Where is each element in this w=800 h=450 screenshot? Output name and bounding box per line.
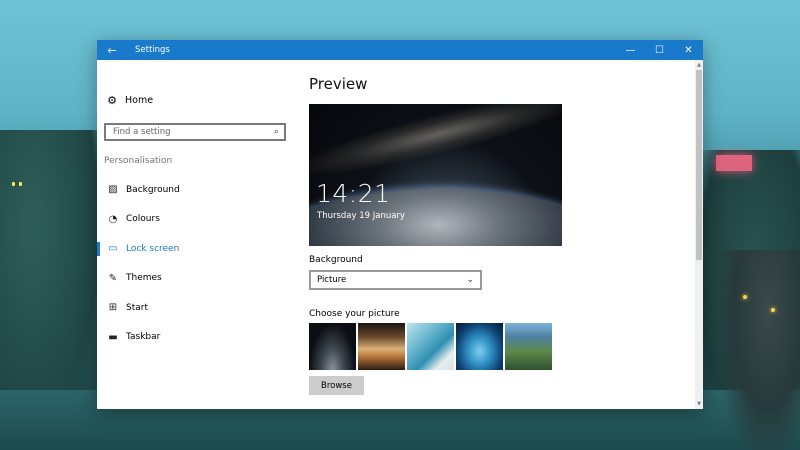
maximize-button[interactable]: ☐: [645, 40, 674, 60]
sidebar-item-colours[interactable]: ◔ Colours: [97, 205, 297, 235]
palette-icon: ◔: [108, 213, 118, 225]
sidebar-item-label: Start: [126, 302, 148, 313]
robot-light: [743, 295, 747, 299]
preview-date: Thursday 19 January: [317, 211, 405, 221]
page-title: Preview: [309, 75, 368, 93]
sidebar-item-label: Taskbar: [126, 332, 161, 343]
search-box: ⌕: [104, 123, 286, 141]
picture-thumbnails: [309, 323, 554, 370]
sidebar: ⚙ Home ⌕ Personalisation ▨ Background ◔ …: [97, 60, 297, 409]
lock-screen-icon: ▭: [108, 243, 118, 255]
background-dropdown[interactable]: Picture ⌄: [309, 270, 482, 290]
home-link[interactable]: ⚙ Home: [105, 94, 153, 107]
section-label: Personalisation: [104, 156, 173, 166]
lock-screen-preview: 14:21 Thursday 19 January: [309, 104, 562, 246]
home-label: Home: [125, 95, 154, 106]
brush-icon: ✎: [108, 272, 118, 284]
sidebar-item-lock-screen[interactable]: ▭ Lock screen: [97, 234, 297, 264]
choose-picture-label: Choose your picture: [309, 309, 400, 319]
settings-window: ← Settings — ☐ ✕ ⚙ Home ⌕ Personalisatio…: [97, 40, 703, 409]
background-dropdown-value: Picture: [317, 275, 347, 285]
scroll-up-icon[interactable]: ▲: [695, 62, 703, 68]
creature-eye-right: [19, 182, 22, 186]
preview-milky-way: [309, 104, 562, 190]
maximize-icon: ☐: [655, 44, 664, 56]
picture-thumbnail[interactable]: [505, 323, 552, 370]
sidebar-item-background[interactable]: ▨ Background: [97, 175, 297, 205]
minimize-icon: —: [625, 44, 636, 56]
robot-light: [771, 308, 775, 312]
picture-thumbnail[interactable]: [309, 323, 356, 370]
sidebar-item-themes[interactable]: ✎ Themes: [97, 264, 297, 294]
sidebar-item-start[interactable]: ⊞ Start: [97, 293, 297, 323]
search-input[interactable]: [111, 126, 274, 138]
close-button[interactable]: ✕: [674, 40, 703, 60]
window-controls: — ☐ ✕: [616, 40, 703, 60]
sidebar-nav: ▨ Background ◔ Colours ▭ Lock screen ✎ T…: [97, 175, 297, 352]
gear-icon: ⚙: [107, 94, 117, 107]
picture-thumbnail[interactable]: [358, 323, 405, 370]
sidebar-item-label: Background: [126, 184, 180, 195]
taskbar-icon: ▬: [108, 331, 118, 343]
chevron-down-icon: ⌄: [466, 275, 474, 285]
preview-time: 14:21: [316, 179, 391, 208]
minimize-button[interactable]: —: [616, 40, 645, 60]
picture-icon: ▨: [108, 184, 118, 196]
sidebar-item-taskbar[interactable]: ▬ Taskbar: [97, 323, 297, 353]
sidebar-item-label: Themes: [126, 273, 162, 284]
sidebar-item-label: Lock screen: [126, 243, 180, 254]
main-content: Preview 14:21 Thursday 19 January Backgr…: [309, 60, 695, 409]
arrow-left-icon: ←: [107, 43, 117, 57]
window-title: Settings: [135, 45, 170, 55]
background-label: Background: [309, 255, 363, 265]
creature-eye-left: [12, 182, 15, 186]
desktop-robot-figure: [720, 250, 800, 450]
scroll-thumb[interactable]: [696, 70, 702, 260]
back-button[interactable]: ←: [97, 40, 127, 60]
start-grid-icon: ⊞: [108, 302, 118, 314]
neon-sign: [716, 155, 752, 171]
search-icon[interactable]: ⌕: [274, 127, 279, 137]
sidebar-item-label: Colours: [126, 214, 160, 225]
picture-thumbnail[interactable]: [456, 323, 503, 370]
picture-thumbnail[interactable]: [407, 323, 454, 370]
scroll-down-icon[interactable]: ▼: [695, 401, 703, 407]
close-icon: ✕: [684, 44, 693, 56]
browse-button[interactable]: Browse: [309, 376, 364, 395]
title-bar: ← Settings — ☐ ✕: [97, 40, 703, 60]
scrollbar[interactable]: ▲ ▼: [695, 60, 703, 409]
